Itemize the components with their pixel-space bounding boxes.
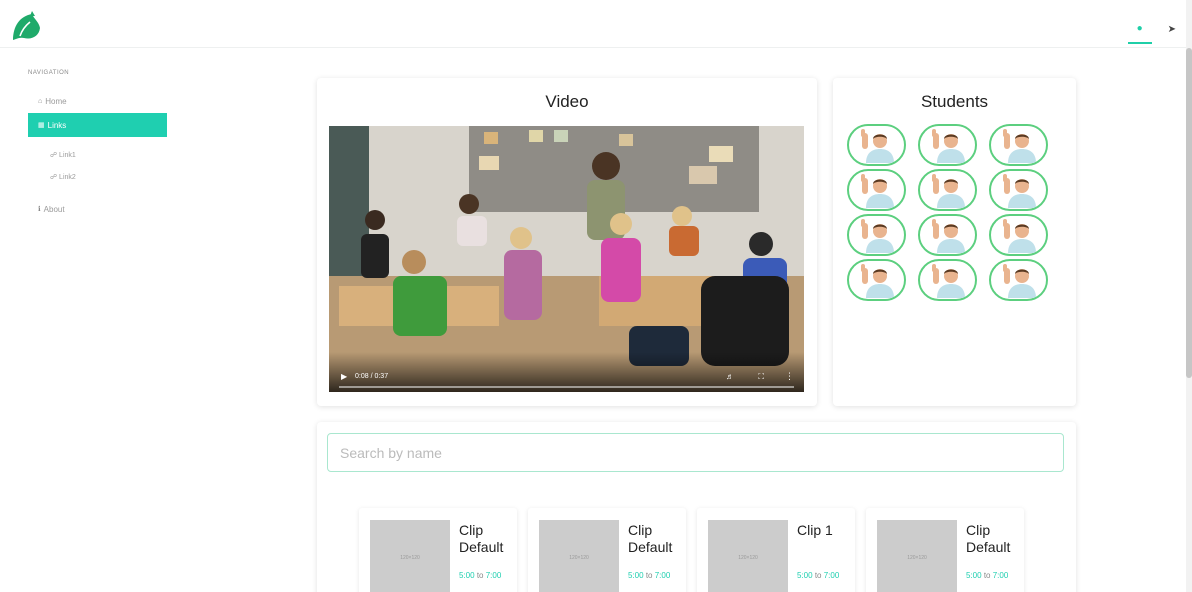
clip-thumbnail: 120×120 [539, 520, 619, 592]
video-card: Video ▶ 0:08 / 0:37 ♬ ⛶ ⋮ [317, 78, 817, 406]
student-grid [847, 124, 1048, 301]
play-icon[interactable]: ▶ [341, 372, 347, 381]
sidebar-item-label: About [43, 204, 65, 214]
clip-title: Clip 1 [797, 522, 833, 538]
nav-heading: NAVIGATION [28, 70, 70, 76]
more-options-icon[interactable]: ⋮ [785, 371, 794, 382]
search-input[interactable] [327, 433, 1064, 472]
student-avatar[interactable] [989, 214, 1048, 256]
video-progress-bar[interactable] [339, 386, 794, 388]
student-avatar[interactable] [918, 214, 977, 256]
sidebar-item-links[interactable]: ▦ Links [28, 113, 167, 137]
volume-icon[interactable]: ♬ [726, 372, 734, 381]
sidebar-subitem-label: Link2 [59, 174, 76, 181]
student-avatar[interactable] [847, 259, 906, 301]
video-time: 0:08 / 0:37 [355, 373, 389, 380]
link-icon: ☍ [50, 152, 58, 159]
clip-title: Clip Default [459, 522, 504, 555]
clip-title: Clip Default [628, 522, 673, 555]
sidebar-item-label: Links [47, 120, 67, 130]
video-controls: ▶ 0:08 / 0:37 ♬ ⛶ ⋮ [329, 352, 804, 392]
clip-card[interactable]: 120×120 Clip Default 5:00 to 7:00 [528, 508, 686, 592]
scrollbar-thumb[interactable] [1186, 48, 1192, 378]
sidebar: NAVIGATION ⌂ Home ▦ Links ☍ Link1 ☍ Link… [0, 48, 220, 592]
info-icon: ℹ [38, 206, 41, 213]
student-avatar[interactable] [989, 124, 1048, 166]
sidebar-item-home[interactable]: ⌂ Home [28, 89, 167, 113]
clip-card[interactable]: 120×120 Clip Default 5:00 to 7:00 [866, 508, 1024, 592]
student-avatar[interactable] [847, 214, 906, 256]
student-avatar[interactable] [918, 169, 977, 211]
clip-thumbnail: 120×120 [877, 520, 957, 592]
student-avatar[interactable] [847, 124, 906, 166]
exit-icon[interactable]: ➤ [1168, 24, 1176, 35]
student-avatar[interactable] [989, 259, 1048, 301]
header-actions: ● ➤ [1127, 14, 1176, 44]
clip-time-range: 5:00 to 7:00 [459, 571, 502, 580]
user-button[interactable]: ● [1127, 14, 1152, 44]
clip-time-range: 5:00 to 7:00 [797, 571, 840, 580]
student-avatar[interactable] [918, 259, 977, 301]
clip-thumbnail: 120×120 [708, 520, 788, 592]
clip-title: Clip Default [966, 522, 1011, 555]
grid-icon: ▦ [38, 122, 45, 129]
students-card: Students [833, 78, 1076, 406]
clip-time-range: 5:00 to 7:00 [628, 571, 671, 580]
sidebar-subitem-label: Link1 [59, 152, 76, 159]
student-avatar[interactable] [847, 169, 906, 211]
user-icon: ● [1136, 22, 1143, 34]
top-bar: ● ➤ [0, 0, 1186, 48]
sidebar-item-label: Home [45, 96, 67, 106]
video-title: Video [545, 92, 589, 111]
clip-card[interactable]: 120×120 Clip 1 5:00 to 7:00 [697, 508, 855, 592]
fullscreen-icon[interactable]: ⛶ [758, 372, 764, 382]
clip-card[interactable]: 120×120 Clip Default 5:00 to 7:00 [359, 508, 517, 592]
leaf-icon[interactable] [10, 10, 42, 42]
sidebar-item-about[interactable]: ℹ About [28, 197, 167, 221]
student-avatar[interactable] [989, 169, 1048, 211]
clip-time-range: 5:00 to 7:00 [966, 571, 1009, 580]
video-player[interactable]: ▶ 0:08 / 0:37 ♬ ⛶ ⋮ [329, 126, 804, 392]
students-title: Students [920, 92, 989, 111]
sidebar-subitem-link1[interactable]: ☍ Link1 [50, 151, 76, 159]
home-icon: ⌂ [38, 97, 43, 105]
clip-thumbnail: 120×120 [370, 520, 450, 592]
page-scrollbar[interactable] [1186, 0, 1192, 592]
student-avatar[interactable] [918, 124, 977, 166]
sidebar-subitem-link2[interactable]: ☍ Link2 [50, 173, 76, 181]
link-icon: ☍ [50, 174, 58, 181]
